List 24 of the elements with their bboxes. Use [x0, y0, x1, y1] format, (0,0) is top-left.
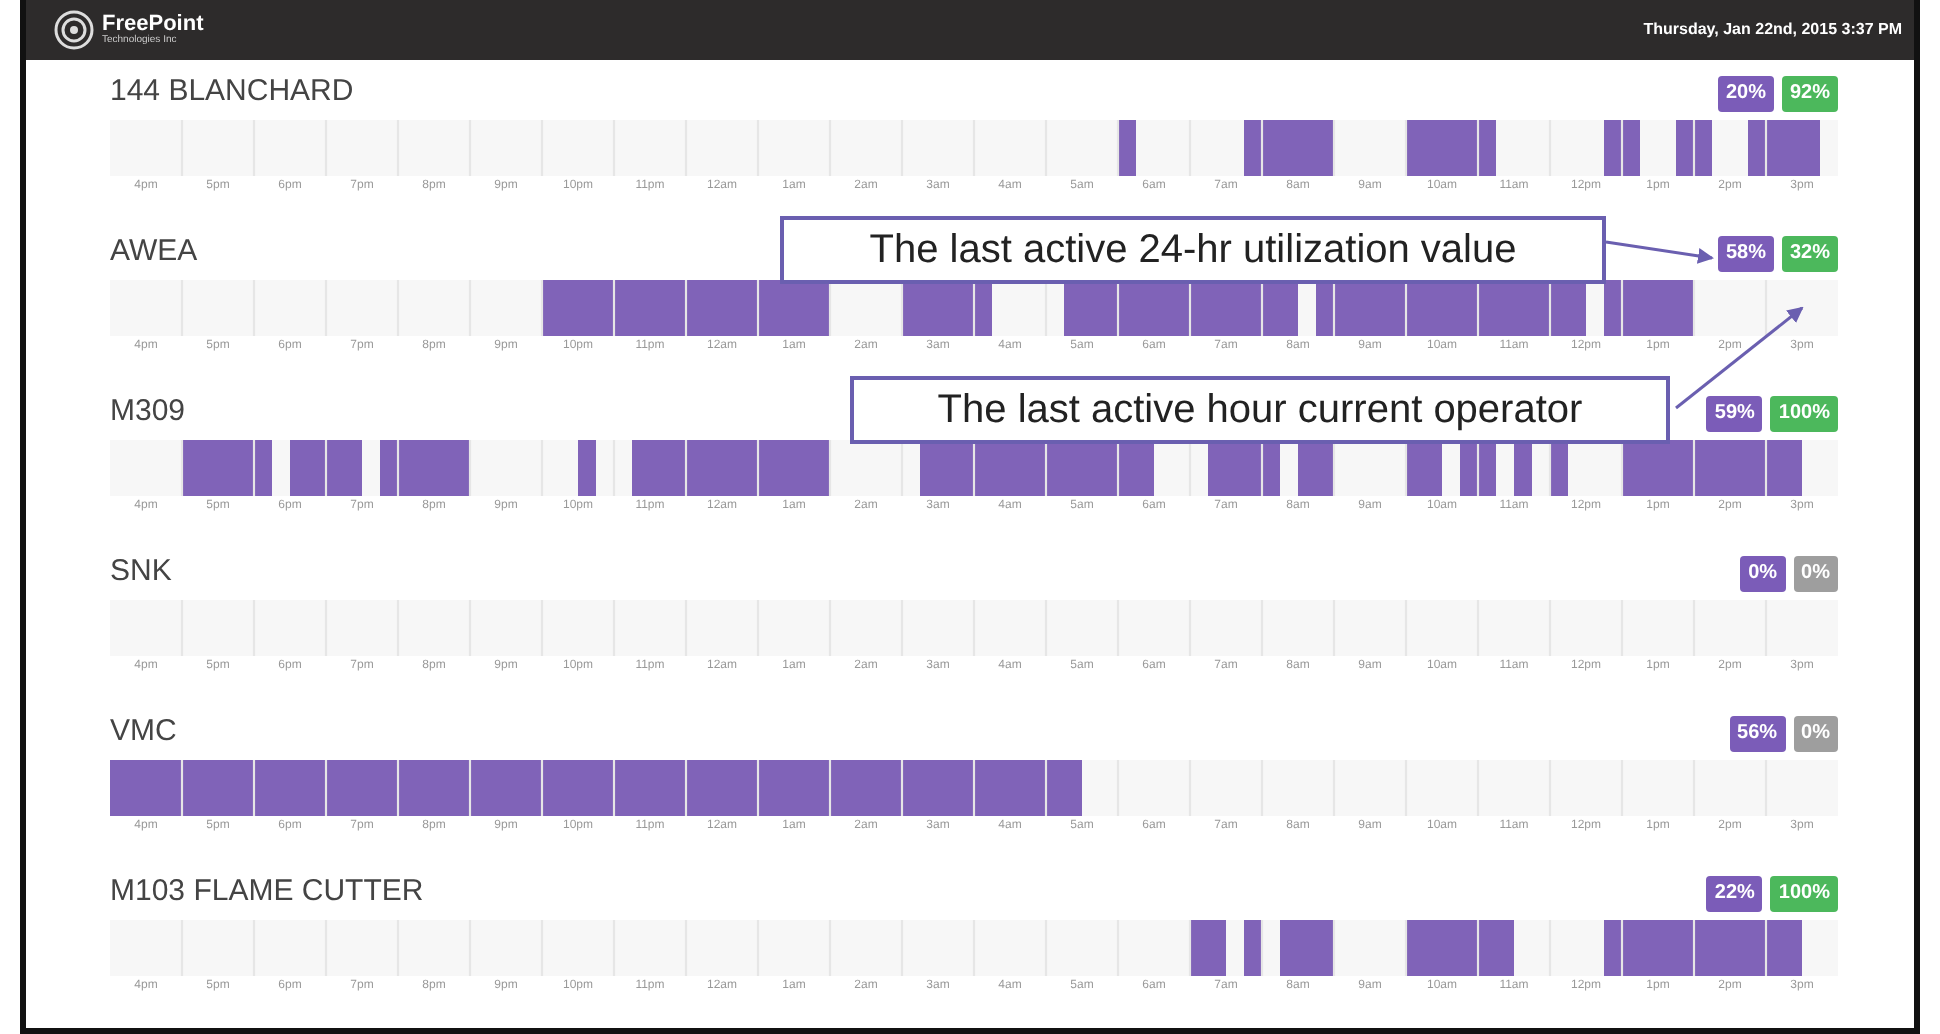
percent-badge: 32%: [1781, 236, 1838, 272]
percent-badge: 58%: [1717, 236, 1774, 272]
callout-arrow: [1605, 240, 1714, 264]
brand-name: FreePoint: [102, 14, 204, 36]
date-time: Thursday, Jan 22nd, 2015 3:37 PM: [1643, 18, 1902, 42]
machine-name: M309: [110, 392, 186, 432]
callout-box: The last active 24-hr utilization value: [780, 216, 1606, 284]
percent-badge: 92%: [1781, 76, 1838, 112]
machine-name: SNK: [110, 552, 172, 592]
callout-box: The last active hour current operator: [850, 376, 1670, 444]
percent-badge: 0%: [1793, 716, 1838, 752]
machine-name: AWEA: [110, 232, 198, 272]
machine-name: 144 BLANCHARD: [110, 72, 354, 112]
target-logo-icon: [54, 10, 94, 50]
percent-badge: 0%: [1793, 556, 1838, 592]
percent-badge: 22%: [1706, 876, 1763, 912]
percent-badge: 59%: [1706, 396, 1763, 432]
machine-name: VMC: [110, 712, 177, 752]
percent-badge: 0%: [1740, 556, 1786, 592]
percent-badge: 100%: [1770, 396, 1838, 432]
percent-badge: 100%: [1770, 876, 1838, 912]
machine-name: M103 FLAME CUTTER: [110, 872, 424, 912]
percent-badge: 20%: [1717, 76, 1774, 112]
percent-badge: 56%: [1729, 716, 1786, 752]
